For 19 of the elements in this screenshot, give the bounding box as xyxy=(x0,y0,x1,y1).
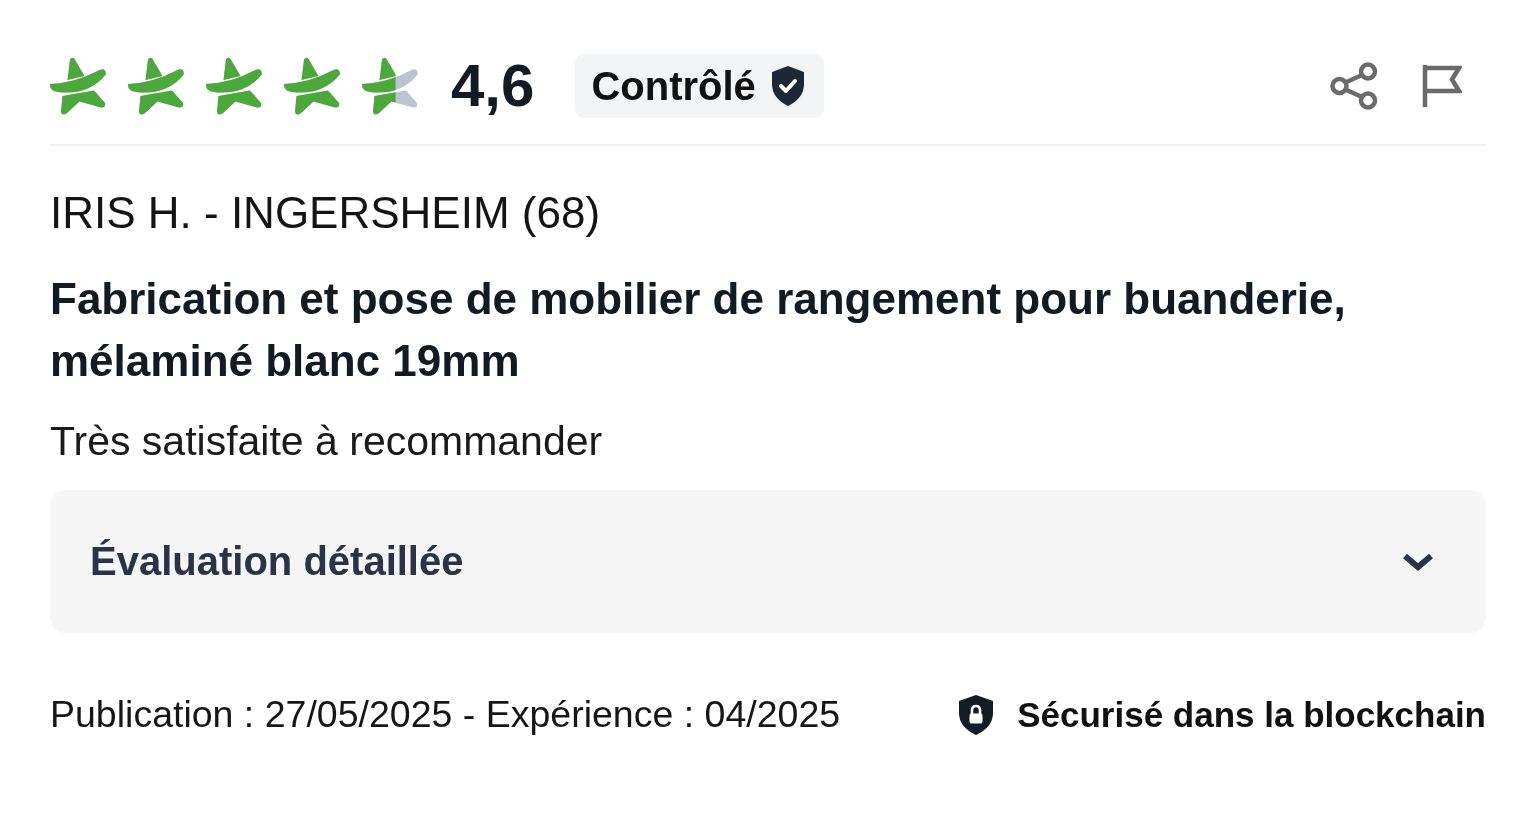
detailed-evaluation-toggle[interactable]: Évaluation détaillée xyxy=(50,490,1486,633)
star-icon xyxy=(284,57,340,115)
blockchain-label: Sécurisé dans la blockchain xyxy=(1017,694,1486,735)
review-title: Fabrication et pose de mobilier de rangement pour buanderie, mélaminé blanc 19mm xyxy=(50,273,1347,387)
star-icon xyxy=(362,57,418,115)
share-icon xyxy=(1330,62,1378,110)
share-button[interactable] xyxy=(1330,62,1378,110)
star-icon xyxy=(50,57,106,115)
star-icon xyxy=(128,57,184,115)
review-comment: Très satisfaite à recommander xyxy=(50,418,604,464)
flag-icon xyxy=(1422,65,1462,107)
shield-lock-icon xyxy=(959,694,994,735)
reviewer-name: IRIS H. - INGERSHEIM (68) xyxy=(50,188,602,238)
rating-score: 4,6 xyxy=(451,56,535,116)
shield-check-icon xyxy=(771,66,804,106)
report-button[interactable] xyxy=(1422,65,1462,107)
badge-label: Contrôlé xyxy=(591,63,756,109)
review-dates: Publication : 27/05/2025 - Expérience : 04/2025 xyxy=(50,693,841,736)
star-icon xyxy=(206,57,262,115)
